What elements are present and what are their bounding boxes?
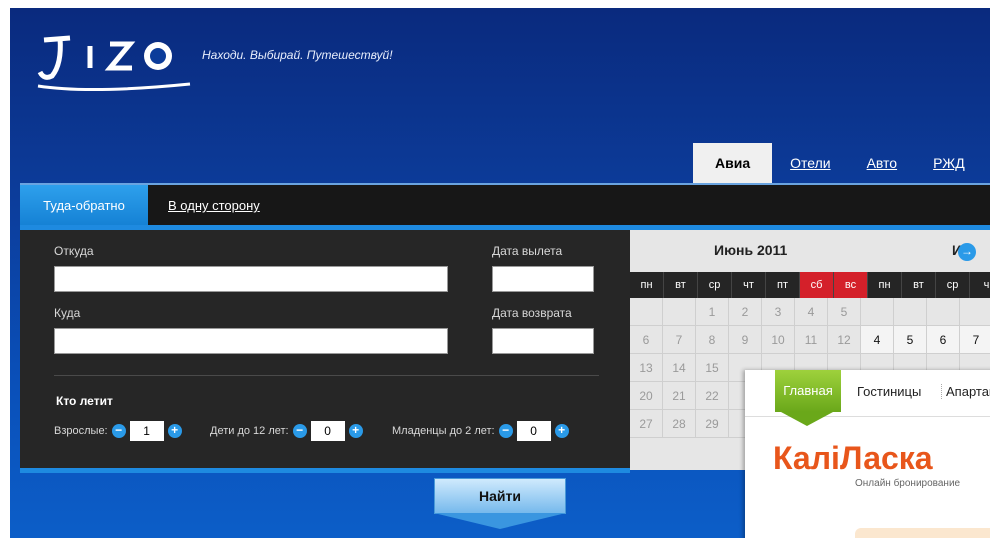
calendar-day: [861, 298, 894, 326]
calendar-week: 6 7 8 9 10 11 12 4 5 6 7: [630, 326, 990, 354]
tab-rzd[interactable]: РЖД: [915, 143, 983, 183]
search-button[interactable]: Найти: [434, 478, 566, 514]
calendar-day: [663, 298, 696, 326]
calendar-day[interactable]: 4: [861, 326, 894, 354]
children-count[interactable]: 0: [310, 421, 345, 441]
calendar-day[interactable]: 20: [630, 382, 663, 410]
search-button-arrow: [434, 513, 566, 529]
jizo-logo[interactable]: [30, 24, 200, 104]
calendar-day[interactable]: 11: [795, 326, 828, 354]
calendar-day[interactable]: 8: [696, 326, 729, 354]
popup-subtitle: Онлайн бронирование: [855, 478, 961, 489]
calendar-day[interactable]: 6: [927, 326, 960, 354]
children-label: Дети до 12 лет:: [210, 425, 289, 437]
calendar-day[interactable]: 29: [696, 410, 729, 438]
to-input[interactable]: [54, 328, 448, 354]
calendar-day[interactable]: 14: [663, 354, 696, 382]
plus-icon[interactable]: +: [554, 424, 569, 438]
minus-icon[interactable]: −: [111, 424, 126, 438]
tab-hotels[interactable]: Отели: [772, 143, 848, 183]
calendar-day: [894, 298, 927, 326]
weekday: вс: [834, 272, 868, 298]
popup-card[interactable]: [855, 528, 990, 538]
adults-label: Взрослые:: [54, 425, 108, 437]
kalilaska-logo: КаліЛаска: [773, 440, 933, 476]
weekday: пт: [766, 272, 800, 298]
adults-stepper: Взрослые: − 1 +: [54, 420, 186, 442]
search-form: Откуда Дата вылета Куда Дата возврата Кт…: [20, 230, 630, 470]
adults-count[interactable]: 1: [129, 421, 164, 441]
calendar-day[interactable]: 2: [729, 298, 762, 326]
weekday: вт: [664, 272, 698, 298]
depart-label: Дата вылета: [492, 244, 563, 258]
tab-avia[interactable]: Авиа: [693, 143, 773, 183]
calendar-day[interactable]: 9: [729, 326, 762, 354]
tab-round-trip[interactable]: Туда-обратно: [20, 185, 148, 227]
calendar-day[interactable]: 1: [696, 298, 729, 326]
plus-icon[interactable]: +: [348, 424, 363, 438]
next-month-icon[interactable]: →: [958, 243, 976, 261]
trip-type-bar: Туда-обратно В одну сторону: [20, 183, 990, 227]
return-date-input[interactable]: [492, 328, 594, 354]
tab-one-way[interactable]: В одну сторону: [168, 185, 260, 227]
tab-pointer: [781, 412, 833, 426]
weekday-row: пн вт ср чт пт сб вс пн вт ср ч: [630, 272, 990, 298]
site-frame: Находи. Выбирай. Путешествуй! Авиа Отели…: [10, 8, 990, 538]
popup-tab-hotels[interactable]: Гостиницы: [857, 384, 921, 399]
kalilaska-popup: Главная Гостиницы Апартам КаліЛаска Онла…: [745, 370, 990, 538]
divider: [20, 468, 630, 473]
return-label: Дата возврата: [492, 306, 572, 320]
calendar-month-title: Июнь 2011: [714, 242, 788, 258]
tagline: Находи. Выбирай. Путешествуй!: [202, 48, 393, 62]
minus-icon[interactable]: −: [498, 424, 513, 438]
calendar-day: [630, 298, 663, 326]
calendar-day[interactable]: 27: [630, 410, 663, 438]
weekday: ср: [936, 272, 970, 298]
weekday: ср: [698, 272, 732, 298]
calendar-day[interactable]: 5: [894, 326, 927, 354]
weekday: сб: [800, 272, 834, 298]
calendar-day[interactable]: 12: [828, 326, 861, 354]
calendar-day[interactable]: 28: [663, 410, 696, 438]
calendar-day[interactable]: 6: [630, 326, 663, 354]
weekday: ч: [970, 272, 990, 298]
tab-auto[interactable]: Авто: [849, 143, 916, 183]
calendar-day[interactable]: 7: [960, 326, 990, 354]
calendar-day[interactable]: 15: [696, 354, 729, 382]
depart-date-input[interactable]: [492, 266, 594, 292]
calendar-day[interactable]: 3: [762, 298, 795, 326]
weekday: пн: [868, 272, 902, 298]
from-label: Откуда: [54, 244, 94, 258]
infants-label: Младенцы до 2 лет:: [392, 425, 495, 437]
infants-count[interactable]: 0: [516, 421, 551, 441]
weekday: чт: [732, 272, 766, 298]
weekday: вт: [902, 272, 936, 298]
children-stepper: Дети до 12 лет: − 0 +: [210, 420, 367, 442]
calendar-day[interactable]: 10: [762, 326, 795, 354]
calendar-week: 12345: [630, 298, 990, 326]
popup-tab-apartments[interactable]: Апартам: [941, 384, 990, 399]
to-label: Куда: [54, 306, 81, 320]
calendar-day[interactable]: 13: [630, 354, 663, 382]
from-input[interactable]: [54, 266, 448, 292]
calendar-day[interactable]: 4: [795, 298, 828, 326]
weekday: пн: [630, 272, 664, 298]
calendar-day[interactable]: 22: [696, 382, 729, 410]
infants-stepper: Младенцы до 2 лет: − 0 +: [392, 420, 573, 442]
calendar-day[interactable]: 5: [828, 298, 861, 326]
minus-icon[interactable]: −: [292, 424, 307, 438]
popup-nav: Главная Гостиницы Апартам: [745, 370, 990, 417]
mode-tabs: Авиа Отели Авто РЖД: [693, 143, 983, 183]
passengers-heading: Кто летит: [56, 394, 113, 408]
form-separator: [54, 375, 599, 376]
calendar-day: [927, 298, 960, 326]
calendar-header: Июнь 2011 И →: [630, 230, 990, 272]
calendar-day[interactable]: 7: [663, 326, 696, 354]
calendar-day: [960, 298, 990, 326]
calendar-day[interactable]: 21: [663, 382, 696, 410]
popup-tab-home[interactable]: Главная: [775, 370, 841, 412]
plus-icon[interactable]: +: [167, 424, 182, 438]
